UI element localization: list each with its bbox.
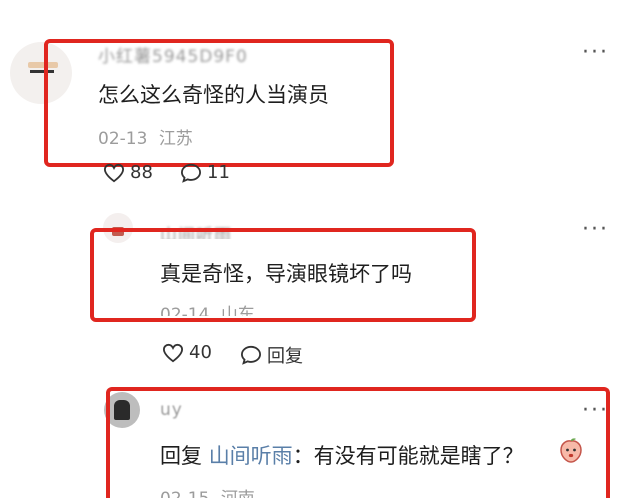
peach-emoji-icon [557, 437, 585, 465]
like-count: 40 [189, 342, 212, 363]
comment-meta: 02-14 山东 [160, 302, 255, 316]
reply-label: 回复 [267, 346, 303, 367]
comment-bubble-icon [180, 163, 202, 183]
comment-location: 江苏 [158, 129, 193, 149]
comment-date: 02-15 [160, 489, 209, 498]
comment-date: 02-14 [160, 305, 210, 316]
more-dots-icon[interactable]: ··· [582, 219, 609, 241]
reply-text: ：有没有可能就是瞎了？ [292, 444, 524, 468]
like-button[interactable]: 40 [162, 342, 212, 363]
comment-text: 怎么这么奇怪的人当演员 [98, 83, 329, 107]
reply-prefix: 回复 [160, 444, 202, 468]
comment-location: 山东 [220, 305, 255, 316]
comment-date: 02-13 [98, 129, 148, 149]
more-dots-icon[interactable]: ··· [582, 42, 609, 64]
mention-link[interactable]: 山间听雨 [209, 444, 293, 468]
comment-meta: 02-15 河南 [160, 487, 255, 498]
reply-count: 11 [207, 162, 230, 183]
like-button[interactable]: 88 [103, 162, 153, 183]
like-count: 88 [130, 162, 153, 183]
reply-button[interactable]: 回复 [240, 342, 303, 368]
comment-bubble-icon [240, 345, 262, 365]
comment-meta: 02-13 江苏 [98, 124, 193, 149]
heart-icon [162, 343, 184, 362]
comment-text: 真是奇怪，导演眼镜坏了吗 [160, 262, 412, 286]
reply-button[interactable]: 11 [180, 162, 230, 183]
comment-text: 回复 山间听雨：有没有可能就是瞎了？ [160, 440, 524, 470]
heart-icon [103, 163, 125, 182]
comment-location: 河南 [221, 489, 255, 498]
